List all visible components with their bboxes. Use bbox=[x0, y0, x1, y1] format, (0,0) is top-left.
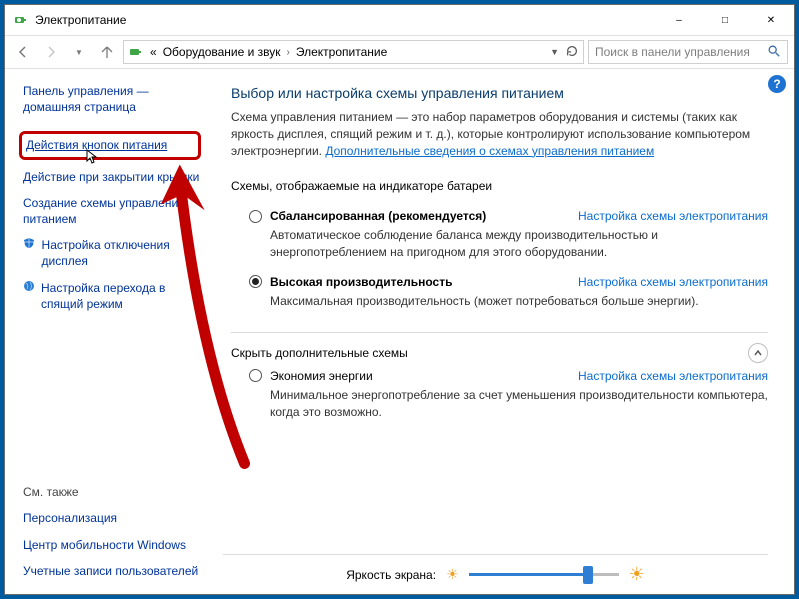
chevron-right-icon: › bbox=[287, 47, 290, 58]
sun-bright-icon: ☀ bbox=[629, 564, 645, 585]
more-info-link[interactable]: Дополнительные сведения о схемах управле… bbox=[325, 144, 654, 158]
sidebar-item-power-buttons[interactable]: Действия кнопок питания bbox=[19, 131, 201, 159]
maximize-button[interactable]: □ bbox=[702, 5, 748, 35]
sidebar-item-lid-close[interactable]: Действие при закрытии крышки bbox=[23, 169, 201, 185]
control-panel-home-link[interactable]: Панель управления — домашняя страница bbox=[23, 83, 201, 115]
chevron-up-icon bbox=[748, 343, 768, 363]
sidebar-item-create-plan[interactable]: Создание схемы управления питанием bbox=[23, 195, 201, 227]
titlebar: Электропитание – □ ✕ bbox=[5, 5, 794, 35]
plan-settings-link[interactable]: Настройка схемы электропитания bbox=[578, 369, 768, 383]
sidebar-item-sleep[interactable]: Настройка перехода в спящий режим bbox=[23, 280, 201, 312]
separator bbox=[231, 332, 768, 333]
brightness-bar: Яркость экрана: ☀ ☀ bbox=[223, 554, 768, 594]
see-also-heading: См. также bbox=[23, 485, 201, 499]
plan-description: Минимальное энергопотребление за счет ум… bbox=[270, 387, 768, 421]
shield-icon bbox=[23, 237, 36, 249]
brightness-label: Яркость экрана: bbox=[346, 568, 436, 582]
plan-settings-link[interactable]: Настройка схемы электропитания bbox=[578, 209, 768, 223]
sidebar-item-display-off[interactable]: Настройка отключения дисплея bbox=[23, 237, 201, 269]
radio-high-performance[interactable] bbox=[249, 275, 262, 288]
see-also-user-accounts[interactable]: Учетные записи пользователей bbox=[23, 563, 201, 579]
recent-dropdown[interactable]: ▼ bbox=[67, 40, 91, 64]
main-content: ? Выбор или настройка схемы управления п… bbox=[213, 69, 794, 594]
plan-settings-link[interactable]: Настройка схемы электропитания bbox=[578, 275, 768, 289]
power-options-icon bbox=[13, 12, 29, 28]
control-panel-icon bbox=[128, 44, 144, 60]
body: Панель управления — домашняя страница Де… bbox=[5, 69, 794, 594]
back-button[interactable] bbox=[11, 40, 35, 64]
sidebar: Панель управления — домашняя страница Де… bbox=[5, 69, 213, 594]
close-button[interactable]: ✕ bbox=[748, 5, 794, 35]
breadcrumb[interactable]: « Оборудование и звук › Электропитание ▼ bbox=[123, 40, 584, 64]
search-input[interactable]: Поиск в панели управления bbox=[588, 40, 788, 64]
plan-power-saver: Экономия энергии Настройка схемы электро… bbox=[249, 369, 768, 421]
page-description: Схема управления питанием — это набор па… bbox=[231, 109, 768, 159]
plan-high-performance: Высокая производительность Настройка схе… bbox=[249, 275, 768, 310]
window-root: Электропитание – □ ✕ ▼ « Оборудование и … bbox=[4, 4, 795, 595]
search-icon bbox=[767, 44, 781, 61]
radio-balanced[interactable] bbox=[249, 210, 262, 223]
help-icon[interactable]: ? bbox=[768, 75, 786, 93]
plan-balanced: Сбалансированная (рекомендуется) Настрой… bbox=[249, 209, 768, 261]
plan-name: Экономия энергии bbox=[270, 369, 373, 383]
address-bar: ▼ « Оборудование и звук › Электропитание… bbox=[5, 35, 794, 69]
brightness-slider[interactable] bbox=[469, 573, 619, 576]
section-visible-plans: Схемы, отображаемые на индикаторе батаре… bbox=[231, 179, 768, 193]
see-also-mobility-center[interactable]: Центр мобильности Windows bbox=[23, 537, 201, 553]
hide-additional-plans[interactable]: Скрыть дополнительные схемы bbox=[231, 343, 768, 363]
breadcrumb-dropdown[interactable]: ▼ bbox=[550, 47, 559, 57]
window-controls: – □ ✕ bbox=[656, 5, 794, 35]
sun-dim-icon: ☀ bbox=[446, 566, 459, 583]
cursor-icon bbox=[86, 149, 100, 170]
search-placeholder: Поиск в панели управления bbox=[595, 45, 750, 59]
minimize-button[interactable]: – bbox=[656, 5, 702, 35]
breadcrumb-prefix: « bbox=[150, 45, 157, 59]
radio-power-saver[interactable] bbox=[249, 369, 262, 382]
see-also-personalization[interactable]: Персонализация bbox=[23, 510, 201, 526]
slider-fill bbox=[469, 573, 586, 576]
breadcrumb-item[interactable]: Оборудование и звук bbox=[163, 45, 281, 59]
breadcrumb-item[interactable]: Электропитание bbox=[296, 45, 387, 59]
up-button[interactable] bbox=[95, 40, 119, 64]
slider-thumb[interactable] bbox=[583, 566, 593, 584]
globe-icon bbox=[23, 280, 35, 292]
forward-button[interactable] bbox=[39, 40, 63, 64]
refresh-button[interactable] bbox=[565, 44, 579, 61]
plan-description: Автоматическое соблюдение баланса между … bbox=[270, 227, 768, 261]
plan-description: Максимальная производительность (может п… bbox=[270, 293, 768, 310]
plan-name: Сбалансированная (рекомендуется) bbox=[270, 209, 486, 223]
plan-name: Высокая производительность bbox=[270, 275, 452, 289]
page-title: Выбор или настройка схемы управления пит… bbox=[231, 85, 768, 101]
window-title: Электропитание bbox=[35, 13, 126, 27]
